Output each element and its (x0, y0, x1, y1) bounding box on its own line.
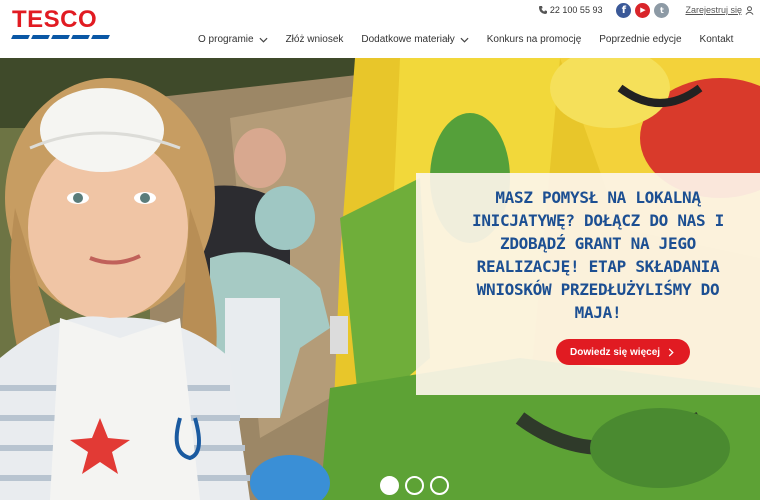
nav-item-poprzednie-edycje[interactable]: Poprzednie edycje (599, 34, 681, 45)
site-header: TESCO 22 100 55 93 f ▶ t Zarejestruj się… (0, 0, 760, 58)
nav-label: Poprzednie edycje (599, 34, 682, 45)
nav-item-kontakt[interactable]: Kontakt (700, 34, 734, 45)
chevron-down-icon (460, 37, 469, 43)
top-bar: 22 100 55 93 f ▶ t Zarejestruj się (538, 1, 754, 19)
promo-panel: MASZ POMYSŁ NA LOKALNĄ INICJATYWĘ? DOŁĄC… (416, 173, 760, 395)
headline-line: MASZ POMYSŁ NA LOKALNĄ (495, 188, 701, 207)
main-nav: O programie Złóż wniosek Dodatkowe mater… (198, 34, 733, 45)
hero-carousel: MASZ POMYSŁ NA LOKALNĄ INICJATYWĘ? DOŁĄC… (0, 58, 760, 500)
user-icon (745, 5, 754, 15)
phone-number[interactable]: 22 100 55 93 (538, 5, 603, 15)
headline-line: REALIZACJĘ! ETAP SKŁADANIA (476, 257, 720, 276)
carousel-dot-1[interactable] (380, 476, 399, 495)
chevron-right-icon (668, 347, 674, 357)
register-label: Zarejestruj się (685, 5, 742, 15)
headline-line: ZDOBĄDŹ GRANT NA JEGO (500, 234, 696, 253)
nav-label: Konkurs na promocję (486, 34, 582, 45)
carousel-dots (380, 476, 449, 495)
headline-line: WNIOSKÓW PRZEDŁUŻYLIŚMY DO (476, 280, 720, 299)
phone-icon (538, 6, 547, 14)
nav-label: Dodatkowe materiały (361, 34, 455, 45)
headline-line: INICJATYWĘ? DOŁĄCZ DO NAS I (472, 211, 724, 230)
twitter-icon[interactable]: t (654, 2, 670, 18)
register-link[interactable]: Zarejestruj się (685, 5, 754, 15)
carousel-dot-3[interactable] (430, 476, 449, 495)
nav-item-zloz-wniosek[interactable]: Złóż wniosek (286, 34, 344, 45)
learn-more-label: Dowiedz się więcej (570, 346, 661, 358)
logo-stripes (11, 35, 124, 39)
promo-headline: MASZ POMYSŁ NA LOKALNĄ INICJATYWĘ? DOŁĄC… (438, 186, 758, 324)
nav-item-konkurs[interactable]: Konkurs na promocję (487, 34, 582, 45)
logo-wordmark: TESCO (12, 6, 98, 33)
learn-more-button[interactable]: Dowiedz się więcej (556, 339, 691, 365)
chevron-down-icon (259, 37, 268, 43)
headline-line: MAJA! (574, 303, 622, 322)
tesco-logo[interactable]: TESCO (11, 6, 124, 44)
nav-item-o-programie[interactable]: O programie (198, 34, 268, 45)
nav-item-dodatkowe-materialy[interactable]: Dodatkowe materiały (361, 34, 469, 45)
carousel-dot-2[interactable] (405, 476, 424, 495)
nav-label: O programie (198, 34, 254, 45)
nav-label: Kontakt (699, 34, 734, 45)
nav-label: Złóż wniosek (285, 34, 344, 45)
facebook-icon[interactable]: f (616, 2, 632, 18)
youtube-icon[interactable]: ▶ (635, 2, 651, 18)
phone-text: 22 100 55 93 (549, 5, 603, 15)
